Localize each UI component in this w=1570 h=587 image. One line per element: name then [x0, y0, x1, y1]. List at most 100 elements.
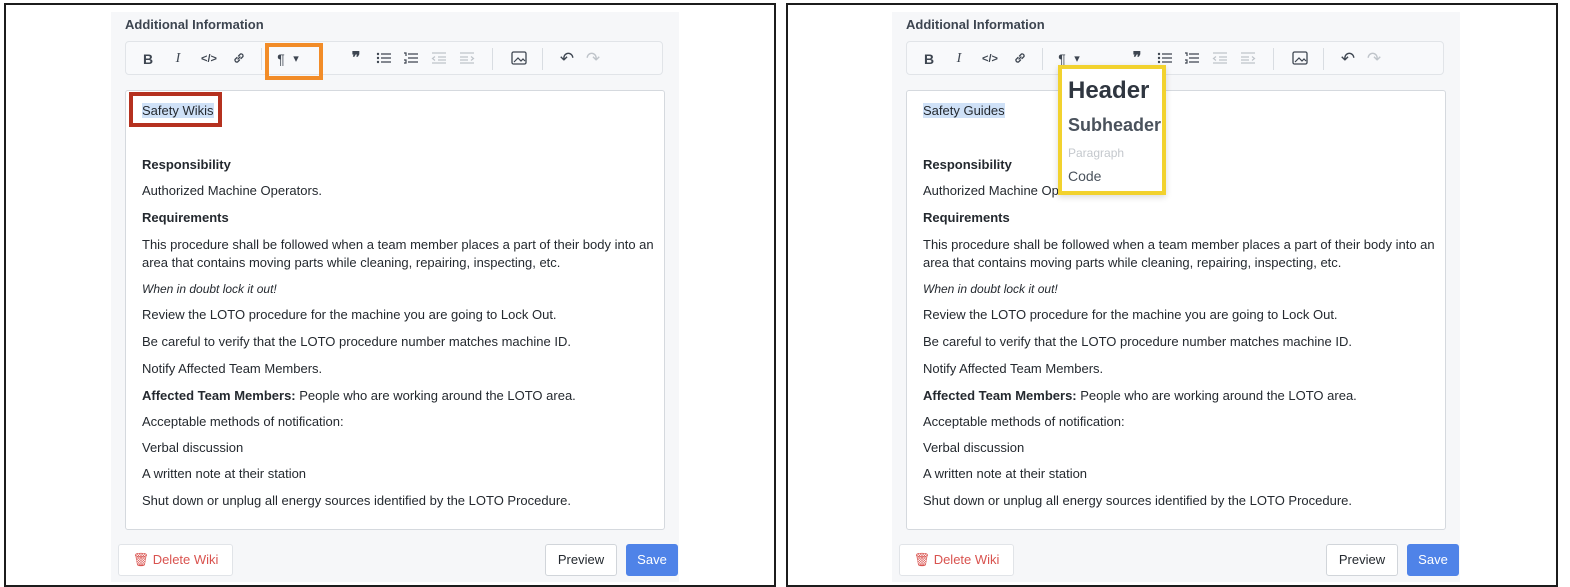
section-title: Additional Information [125, 17, 264, 32]
rich-text-editor[interactable]: Safety Wikis Responsibility Authorized M… [125, 90, 665, 530]
toolbar-divider [1323, 48, 1324, 70]
wiki-edit-card: Additional Information B I </> ¶ ▾ ❞ ↶ ↷… [892, 12, 1460, 582]
requirements-text-line-2: area that contains moving parts while cl… [142, 255, 561, 270]
paragraph-button-highlight [265, 43, 323, 80]
bold-button[interactable]: B [919, 47, 939, 71]
paragraph-style-dropdown: Header Subheader Paragraph Code [1058, 65, 1166, 195]
notify-text: Notify Affected Team Members. [142, 361, 323, 376]
written-text: A written note at their station [142, 466, 307, 481]
delete-wiki-button[interactable]: 🗑 Delete Wiki [899, 544, 1014, 576]
numbered-list-button[interactable] [400, 47, 422, 71]
dropdown-option-code[interactable]: Code [1068, 168, 1101, 184]
dropdown-option-header[interactable]: Header [1068, 77, 1149, 105]
bullet-list-icon [1154, 51, 1176, 65]
code-button[interactable]: </> [977, 47, 1003, 71]
preview-button[interactable]: Preview [1326, 544, 1398, 576]
undo-button[interactable]: ↶ [556, 47, 578, 71]
link-button[interactable] [228, 47, 250, 71]
rich-text-editor[interactable]: Safety Guides Responsibility Authorized … [906, 90, 1446, 530]
blockquote-button[interactable]: ❞ [346, 47, 366, 71]
requirements-text-line-1: This procedure shall be followed when a … [142, 237, 654, 252]
indent-icon [456, 51, 478, 65]
selected-title-text: Safety Guides [923, 103, 1005, 118]
affected-line: Affected Team Members: People who are wo… [923, 387, 1435, 405]
responsibility-heading: Responsibility [142, 157, 231, 172]
toolbar-divider [1273, 48, 1274, 70]
outdent-icon [428, 51, 450, 65]
responsibility-heading: Responsibility [923, 157, 1012, 172]
numbered-list-icon [1181, 51, 1203, 65]
toolbar-divider [261, 48, 262, 70]
affected-label: Affected Team Members: [923, 388, 1077, 403]
left-screenshot-panel: Additional Information B I </> ¶ ▾ ❞ ↶ ↷… [4, 3, 776, 587]
requirements-heading: Requirements [142, 210, 229, 225]
notify-text: Notify Affected Team Members. [923, 361, 1104, 376]
outdent-button[interactable] [1209, 47, 1231, 71]
indent-button[interactable] [456, 47, 478, 71]
review-text: Review the LOTO procedure for the machin… [923, 307, 1338, 322]
delete-wiki-label: Delete Wiki [152, 552, 219, 567]
right-screenshot-panel: Additional Information B I </> ¶ ▾ ❞ ↶ ↷… [786, 3, 1558, 587]
indent-button[interactable] [1237, 47, 1259, 71]
trash-icon: 🗑 [913, 552, 931, 567]
editor-toolbar: B I </> ¶ ▾ ❞ ↶ ↷ [906, 41, 1444, 75]
numbered-list-icon [400, 51, 422, 65]
toolbar-divider [542, 48, 543, 70]
delete-wiki-label: Delete Wiki [933, 552, 1000, 567]
outdent-button[interactable] [428, 47, 450, 71]
redo-button[interactable]: ↷ [582, 47, 604, 71]
requirements-heading: Requirements [923, 210, 1010, 225]
toolbar-divider [492, 48, 493, 70]
verify-text: Be careful to verify that the LOTO proce… [923, 334, 1352, 349]
review-text: Review the LOTO procedure for the machin… [142, 307, 557, 322]
preview-button[interactable]: Preview [545, 544, 617, 576]
code-button[interactable]: </> [196, 47, 222, 71]
image-icon [508, 51, 530, 65]
toolbar-divider [1042, 48, 1043, 70]
responsibility-text: Authorized Machine Operators. [142, 183, 322, 198]
redo-button[interactable]: ↷ [1363, 47, 1385, 71]
bold-button[interactable]: B [138, 47, 158, 71]
trash-icon: 🗑 [132, 552, 150, 567]
italic-button[interactable]: I [168, 47, 188, 71]
doubt-text: When in doubt lock it out! [923, 282, 1058, 296]
title-text-highlight [129, 92, 222, 127]
outdent-icon [1209, 51, 1231, 65]
responsibility-text: Authorized Machine Operators. [923, 183, 1103, 198]
section-title: Additional Information [906, 17, 1045, 32]
affected-text: People who are working around the LOTO a… [295, 388, 576, 403]
dropdown-option-subheader[interactable]: Subheader [1068, 115, 1161, 136]
title-line: Safety Guides [923, 102, 1435, 120]
undo-button[interactable]: ↶ [1337, 47, 1359, 71]
requirements-text-line-1: This procedure shall be followed when a … [923, 237, 1435, 252]
verbal-text: Verbal discussion [923, 440, 1025, 455]
affected-text: People who are working around the LOTO a… [1076, 388, 1357, 403]
requirements-text-line-2: area that contains moving parts while cl… [923, 255, 1342, 270]
italic-button[interactable]: I [949, 47, 969, 71]
image-icon [1289, 51, 1311, 65]
editor-toolbar: B I </> ¶ ▾ ❞ ↶ ↷ [125, 41, 663, 75]
verbal-text: Verbal discussion [142, 440, 244, 455]
affected-line: Affected Team Members: People who are wo… [142, 387, 654, 405]
numbered-list-button[interactable] [1181, 47, 1203, 71]
indent-icon [1237, 51, 1259, 65]
methods-text: Acceptable methods of notification: [142, 414, 344, 429]
bullet-list-button[interactable] [373, 47, 395, 71]
affected-label: Affected Team Members: [142, 388, 296, 403]
save-button[interactable]: Save [1407, 544, 1459, 576]
insert-image-button[interactable] [508, 47, 530, 71]
written-text: A written note at their station [923, 466, 1088, 481]
dropdown-option-paragraph[interactable]: Paragraph [1068, 146, 1124, 160]
shutdown-text: Shut down or unplug all energy sources i… [142, 493, 572, 508]
link-icon [228, 51, 250, 65]
insert-image-button[interactable] [1289, 47, 1311, 71]
link-button[interactable] [1009, 47, 1031, 71]
link-icon [1009, 51, 1031, 65]
delete-wiki-button[interactable]: 🗑 Delete Wiki [118, 544, 233, 576]
save-button[interactable]: Save [626, 544, 678, 576]
methods-text: Acceptable methods of notification: [923, 414, 1125, 429]
verify-text: Be careful to verify that the LOTO proce… [142, 334, 571, 349]
shutdown-text: Shut down or unplug all energy sources i… [923, 493, 1353, 508]
bullet-list-icon [373, 51, 395, 65]
doubt-text: When in doubt lock it out! [142, 282, 277, 296]
